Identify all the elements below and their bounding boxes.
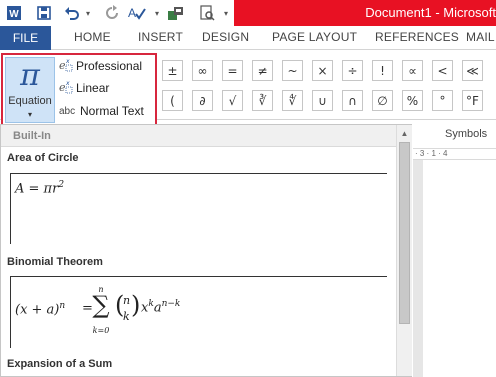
binomial-rest: xkan−k	[141, 299, 180, 315]
binomial-lhs-main: (x + a)	[15, 302, 60, 318]
sigma-icon: ∑	[92, 291, 110, 319]
title-bar: Document1 - Microsoft	[234, 0, 496, 26]
symbol-partial[interactable]: ∂	[192, 90, 213, 111]
spelling-icon[interactable]: A	[126, 3, 150, 23]
area-formula-main: A = πr	[15, 181, 59, 197]
redo-icon[interactable]	[103, 3, 121, 23]
binomial-lhs-exp: n	[59, 301, 66, 311]
print-preview-icon[interactable]	[197, 3, 217, 23]
symbol-fahrenheit[interactable]: °F	[462, 90, 483, 111]
binomial-lhs: (x + a)n	[15, 301, 65, 317]
symbol-tilde[interactable]: ~	[282, 60, 303, 81]
professional-icon: ex	[59, 57, 76, 75]
tab-file[interactable]: FILE	[0, 26, 51, 50]
linear-button[interactable]: ex Linear	[59, 78, 109, 98]
svg-text:x: x	[65, 80, 70, 87]
linear-label: Linear	[76, 81, 110, 95]
right-paren-icon: )	[131, 291, 141, 319]
word-icon[interactable]: W	[5, 3, 23, 23]
binomial-a: a	[153, 300, 162, 316]
tab-insert[interactable]: INSERT	[138, 30, 183, 44]
svg-text:A: A	[128, 6, 136, 20]
tab-mailings[interactable]: MAIL	[466, 30, 495, 44]
symbol-cube-root[interactable]: ∛	[252, 90, 273, 111]
scrollbar-thumb[interactable]	[399, 142, 410, 324]
equation-button[interactable]: π Equation ▾	[5, 57, 55, 123]
word-window: W ▾ A ▾ ▾ Document1 - Microsoft FILE HOM…	[0, 0, 496, 377]
area-of-circle-equation[interactable]: A = πr2	[10, 173, 387, 244]
symbol-much-less-than[interactable]: ≪	[462, 60, 483, 81]
tab-references[interactable]: REFERENCES	[375, 30, 459, 44]
tab-home[interactable]: HOME	[74, 30, 111, 44]
svg-text:W: W	[9, 9, 19, 20]
ribbon-tabs: FILE HOME INSERT DESIGN PAGE LAYOUT REFE…	[0, 26, 496, 50]
professional-button[interactable]: ex Professional	[59, 56, 142, 76]
expansion-of-sum-title: Expansion of a Sum	[7, 358, 113, 370]
gallery-scrollbar[interactable]: ▲	[396, 125, 412, 376]
symbol-paren[interactable]: (	[162, 90, 183, 111]
spelling-dropdown-icon[interactable]: ▾	[152, 3, 162, 23]
equation-group-highlight: π Equation ▾ ex Professional ex Linear a…	[1, 53, 157, 129]
symbol-degree[interactable]: °	[432, 90, 453, 111]
symbol-equals[interactable]: =	[222, 60, 243, 81]
binomial-n: n	[123, 294, 131, 307]
symbols-group-label: Symbols	[445, 128, 488, 140]
symbol-empty-set[interactable]: ∅	[372, 90, 393, 111]
symbol-plus-minus[interactable]: ±	[162, 60, 183, 81]
quick-access-toolbar: W ▾ A ▾ ▾ Document1 - Microsoft	[0, 0, 496, 26]
tab-design[interactable]: DESIGN	[202, 30, 249, 44]
area-formula: A = πr2	[15, 180, 64, 196]
symbol-not-equal[interactable]: ≠	[252, 60, 273, 81]
equation-label: Equation	[8, 95, 52, 107]
normal-text-button[interactable]: abc Normal Text	[59, 101, 144, 121]
touch-mode-icon[interactable]	[166, 3, 186, 23]
binomial-k: k	[123, 310, 130, 323]
linear-icon: ex	[59, 79, 76, 97]
pi-icon: π	[20, 58, 40, 93]
sum-lower-limit: k=0	[92, 326, 110, 335]
document-area: Symbols · 3 · 1 · 4	[413, 120, 496, 377]
scroll-up-icon[interactable]: ▲	[397, 125, 412, 141]
gallery-header: Built-In	[1, 125, 396, 147]
symbol-divide[interactable]: ÷	[342, 60, 363, 81]
tab-page-layout[interactable]: PAGE LAYOUT	[272, 30, 357, 44]
horizontal-ruler[interactable]: · 3 · 1 · 4	[413, 148, 496, 160]
undo-dropdown-icon[interactable]: ▾	[83, 3, 93, 23]
symbol-infinity[interactable]: ∞	[192, 60, 213, 81]
document-title: Document1 - Microsoft	[365, 5, 496, 20]
area-formula-exponent: 2	[58, 180, 65, 190]
symbol-fourth-root[interactable]: ∜	[282, 90, 303, 111]
symbol-intersection[interactable]: ∩	[342, 90, 363, 111]
binomial-theorem-equation[interactable]: (x + a)n = n ∑ k=0 ( n k ) xkan−k	[10, 276, 387, 348]
professional-label: Professional	[76, 59, 143, 73]
save-icon[interactable]	[35, 3, 53, 23]
binomial-a-exp: n−k	[161, 299, 181, 309]
svg-text:x: x	[65, 58, 70, 65]
normal-text-label: Normal Text	[80, 104, 144, 118]
symbol-sqrt[interactable]: √	[222, 90, 243, 111]
equation-tools-ribbon: π Equation ▾ ex Professional ex Linear a…	[0, 50, 496, 129]
customize-qat-icon[interactable]: ▾	[220, 3, 232, 23]
chevron-down-icon: ▾	[27, 110, 32, 119]
document-page[interactable]	[423, 160, 496, 377]
area-of-circle-title: Area of Circle	[7, 152, 79, 164]
svg-text:e: e	[59, 81, 66, 94]
symbol-union[interactable]: ∪	[312, 90, 333, 111]
symbol-times[interactable]: ×	[312, 60, 333, 81]
symbols-gallery: ± ∞ = ≠ ~ × ÷ ! ∝ < ≪ ( ∂ √ ∛ ∜ ∪ ∩ ∅ % …	[160, 58, 496, 120]
undo-icon[interactable]	[63, 3, 81, 23]
symbol-percent[interactable]: %	[402, 90, 423, 111]
abc-icon: abc	[59, 105, 76, 117]
symbol-factorial[interactable]: !	[372, 60, 393, 81]
equation-gallery-dropdown: Built-In Area of Circle A = πr2 Binomial…	[0, 124, 412, 377]
binomial-theorem-title: Binomial Theorem	[7, 256, 103, 268]
svg-text:e: e	[59, 59, 66, 72]
symbol-less-than[interactable]: <	[432, 60, 453, 81]
symbol-proportional[interactable]: ∝	[402, 60, 423, 81]
